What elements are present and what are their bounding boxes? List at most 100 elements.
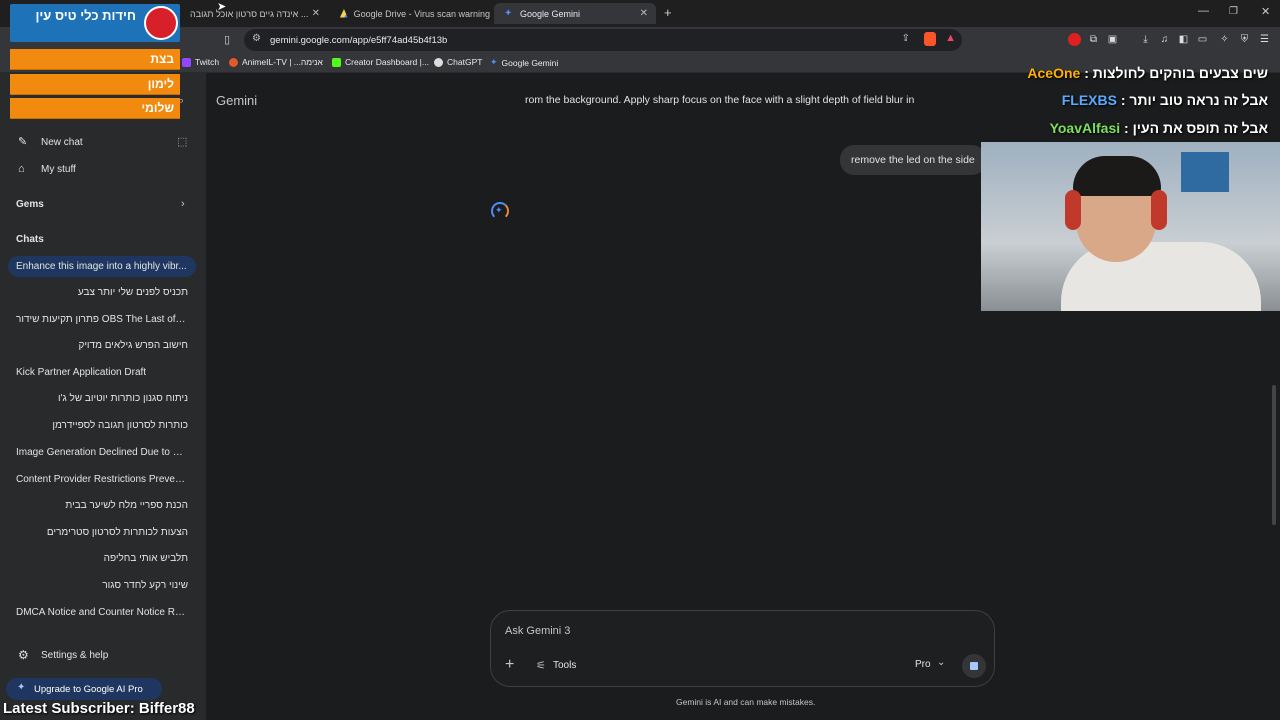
wallet-icon[interactable]: ▭ <box>1196 33 1209 46</box>
share-icon[interactable]: ⇪ <box>902 33 910 44</box>
chat-username: YoavAlfasi <box>1049 120 1121 136</box>
prompt-line: rom the background. Apply sharp focus on… <box>525 94 915 106</box>
cursor-icon: ➤ <box>217 1 227 13</box>
chat-item[interactable]: DMCA Notice and Counter Notice Re... <box>16 607 188 618</box>
chat-item[interactable]: הצעות לכותרות לסרטון סטרימרים <box>16 527 188 538</box>
chevron-down-icon[interactable]: ⌄ <box>937 657 945 668</box>
chat-item[interactable]: ניתוח סגנון כותרות יוטיוב של ג'ו <box>16 393 188 404</box>
close-window-icon[interactable]: ✕ <box>1261 5 1270 18</box>
vpn-icon[interactable]: ⛨ <box>1238 33 1251 46</box>
webcam-feed <box>981 142 1280 311</box>
bookmark-icon[interactable]: ▯ <box>224 33 230 46</box>
my-stuff-icon: ⌂ <box>18 163 25 175</box>
page-title: Gemini <box>216 93 258 108</box>
rewards-icon[interactable]: ▲ <box>945 32 956 44</box>
chat-item[interactable]: Image Generation Declined Due to C... <box>16 447 188 458</box>
tab-label: Google Gemini <box>520 8 581 19</box>
chat-username: FLEXBS <box>1061 92 1117 108</box>
bookmark-animeil[interactable]: AnimeIL-TV | ...אנימה <box>229 57 323 67</box>
tab-bar: אינדה גיים סרטון אוכל תגובה ... ✕ Google… <box>0 0 1280 27</box>
mode-select[interactable]: Pro <box>915 659 931 670</box>
tab-google-drive[interactable]: Google Drive - Virus scan warning <box>330 3 490 24</box>
address-bar-row: ▯ ⚙ gemini.google.com/app/e5ff74ad45b4f1… <box>0 27 1280 53</box>
sparkle-icon: ✦ <box>17 682 26 693</box>
chevron-right-icon[interactable]: › <box>181 198 185 210</box>
twitch-icon <box>182 57 191 67</box>
user-message-bubble: remove the led on the side <box>840 145 986 175</box>
url-field[interactable]: ⚙ gemini.google.com/app/e5ff74ad45b4f13b… <box>244 29 962 51</box>
stop-button[interactable] <box>962 654 986 678</box>
overlay-title: חידות כלי טיס עין <box>35 8 136 23</box>
site-info-icon[interactable]: ⚙ <box>252 33 261 44</box>
bookmark-label: AnimeIL-TV | ...אנימה <box>242 57 323 67</box>
menu-icon[interactable]: ☰ <box>1258 33 1271 46</box>
close-icon[interactable]: ✕ <box>312 8 320 19</box>
headphones-right <box>1151 190 1167 230</box>
add-icon[interactable]: + <box>505 656 514 674</box>
gemini-icon: ✦ <box>504 7 513 19</box>
stream-chat-line: אבל זה נראה טוב יותר : FLEXBS <box>1062 92 1268 108</box>
chat-item[interactable]: תלביש אותי בחליפה <box>16 553 188 564</box>
chat-item[interactable]: כותרות לסרטון תגובה לספיידרמן <box>16 420 188 431</box>
overlay-logo <box>144 6 178 40</box>
tab-google-gemini[interactable]: ✦ Google Gemini ✕ <box>494 3 656 24</box>
chat-item[interactable]: חישוב הפרש גילאים מדויק <box>16 340 188 351</box>
maximize-icon[interactable]: ❐ <box>1229 6 1238 17</box>
bookmark-label: ChatGPT <box>447 57 483 67</box>
bookmark-chatgpt[interactable]: ChatGPT <box>434 57 482 67</box>
chat-item[interactable]: Content Provider Restrictions Preven... <box>16 474 188 485</box>
stop-icon <box>970 662 978 670</box>
close-icon[interactable]: ✕ <box>640 8 648 19</box>
chatgpt-icon <box>434 57 443 67</box>
chat-item[interactable]: הכנת ספריי מלח לשיער בבית <box>16 500 188 511</box>
media-icon[interactable]: ♫ <box>1158 33 1171 46</box>
chat-item[interactable]: תכניס לפנים שלי יותר צבע <box>16 287 188 298</box>
gems-link[interactable]: Gems <box>16 199 44 210</box>
upgrade-label: Upgrade to Google AI Pro <box>34 684 143 695</box>
new-chat-button[interactable]: New chat <box>41 137 83 148</box>
brave-shield-icon[interactable] <box>924 32 936 46</box>
edit-icon: ✎ <box>18 136 28 148</box>
chat-item[interactable]: שינוי רקע לחדר סגור <box>16 580 188 591</box>
disclaimer: Gemini is AI and can make mistakes. <box>676 697 816 707</box>
chat-item[interactable]: Enhance this image into a highly vibr... <box>16 261 188 272</box>
poster <box>1181 152 1229 192</box>
user-message-text: remove the led on the side <box>851 154 975 166</box>
tab-hebrew[interactable]: אינדה גיים סרטון אוכל תגובה ... ✕ <box>180 3 328 24</box>
bookmark-creator-dashboard[interactable]: Creator Dashboard |... <box>332 57 429 67</box>
tools-icon: ⚟ <box>536 660 546 672</box>
stream-chat-line: אבל זה תופס את העין : YoavAlfasi <box>1050 120 1268 136</box>
sidebar-icon[interactable]: ◧ <box>1177 33 1190 46</box>
bookmark-label: Twitch <box>195 57 220 67</box>
bookmark-twitch[interactable]: Twitch <box>182 57 219 67</box>
scrollbar[interactable] <box>1272 385 1276 525</box>
record-icon[interactable] <box>1068 33 1081 46</box>
puzzle-icon[interactable]: ⧉ <box>1087 33 1100 46</box>
overlay-title-banner: חידות כלי טיס עין <box>10 4 180 42</box>
tab-label: אינדה גיים סרטון אוכל תגובה ... <box>190 8 309 19</box>
chat-item[interactable]: פתרון תקיעות שידור OBS The Last of Us <box>16 314 188 325</box>
prompt-input[interactable]: Ask Gemini 3 <box>505 625 570 637</box>
tools-button[interactable]: Tools <box>553 660 576 671</box>
temporary-chat-icon[interactable]: ⬚ <box>177 135 187 148</box>
minimize-icon[interactable]: — <box>1198 5 1209 17</box>
chat-text: אבל זה תופס את העין : <box>1124 120 1268 136</box>
overlay-bar: בצת <box>10 49 180 70</box>
download-icon[interactable]: ⤓ <box>1139 33 1152 46</box>
my-stuff-link[interactable]: My stuff <box>41 164 76 175</box>
url-text: gemini.google.com/app/e5ff74ad45b4f13b <box>270 34 448 46</box>
download-box-icon[interactable]: ▣ <box>1106 33 1119 46</box>
overlay-bar: שלומי <box>10 98 180 119</box>
chat-text: שים צבעים בוהקים לחולצות : <box>1084 65 1268 81</box>
bookmark-gemini[interactable]: ✦ Google Gemini <box>490 57 558 68</box>
settings-help-link[interactable]: Settings & help <box>41 650 108 661</box>
person-hair <box>1073 156 1161 196</box>
settings-icon: ⚙ <box>18 648 29 662</box>
kick-icon <box>332 57 341 67</box>
new-tab-icon[interactable]: + <box>664 5 672 20</box>
upgrade-button[interactable]: ✦ Upgrade to Google AI Pro <box>6 678 162 700</box>
leo-icon[interactable]: ✧ <box>1218 33 1231 46</box>
chat-item[interactable]: Kick Partner Application Draft <box>16 367 188 378</box>
bookmark-label: Creator Dashboard |... <box>345 57 429 67</box>
chat-username: AceOne <box>1027 65 1081 81</box>
